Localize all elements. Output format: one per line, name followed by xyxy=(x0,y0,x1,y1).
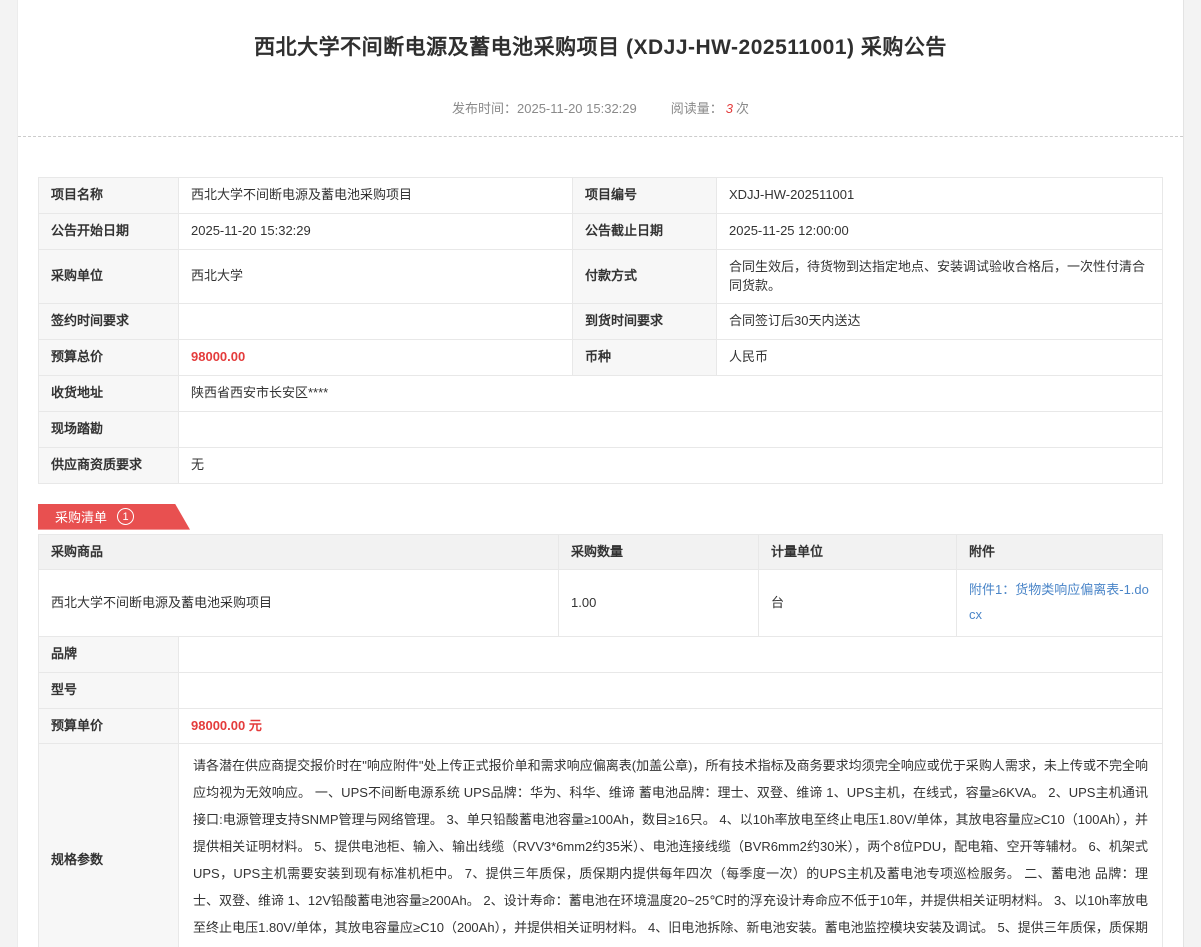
publish-time-value: 2025-11-20 15:32:29 xyxy=(517,101,637,116)
info-label: 到货时间要求 xyxy=(573,304,717,340)
info-value: 2025-11-20 15:32:29 xyxy=(179,213,573,249)
info-label: 项目编号 xyxy=(573,178,717,214)
info-label: 供应商资质要求 xyxy=(39,447,179,483)
info-value: 无 xyxy=(179,447,1163,483)
info-value: 合同签订后30天内送达 xyxy=(717,304,1163,340)
info-value xyxy=(179,411,1163,447)
announcement-card: 西北大学不间断电源及蓄电池采购项目 (XDJJ-HW-202511001) 采购… xyxy=(17,0,1184,947)
column-header-product: 采购商品 xyxy=(39,534,559,570)
spec-label: 规格参数 xyxy=(39,744,179,947)
table-row: 收货地址 陕西省西安市长安区**** xyxy=(39,376,1163,412)
unit-price-label: 预算单价 xyxy=(39,708,179,744)
info-label: 公告开始日期 xyxy=(39,213,179,249)
product-table: 采购商品 采购数量 计量单位 附件 西北大学不间断电源及蓄电池采购项目 1.00… xyxy=(38,534,1163,947)
model-label: 型号 xyxy=(39,672,179,708)
table-row: 品牌 xyxy=(39,636,1163,672)
table-row: 型号 xyxy=(39,672,1163,708)
model-value xyxy=(179,672,1163,708)
brand-label: 品牌 xyxy=(39,636,179,672)
purchase-list-badge: 采购清单 1 xyxy=(38,504,190,530)
table-row: 现场踏勘 xyxy=(39,411,1163,447)
purchase-list-badge-label: 采购清单 xyxy=(55,507,107,526)
publish-time-label: 发布时间： xyxy=(452,101,517,116)
info-label: 项目名称 xyxy=(39,178,179,214)
product-quantity: 1.00 xyxy=(559,570,759,636)
brand-value xyxy=(179,636,1163,672)
info-value: 人民币 xyxy=(717,340,1163,376)
badge-count: 1 xyxy=(117,508,134,525)
table-row: 规格参数 请各潜在供应商提交报价时在"响应附件"处上传正式报价单和需求响应偏离表… xyxy=(39,744,1163,947)
info-label: 公告截止日期 xyxy=(573,213,717,249)
product-unit: 台 xyxy=(759,570,957,636)
info-label: 收货地址 xyxy=(39,376,179,412)
page-title: 西北大学不间断电源及蓄电池采购项目 (XDJJ-HW-202511001) 采购… xyxy=(18,31,1183,61)
column-header-unit: 计量单位 xyxy=(759,534,957,570)
project-info-table: 项目名称 西北大学不间断电源及蓄电池采购项目 项目编号 XDJJ-HW-2025… xyxy=(38,177,1163,484)
table-row: 预算单价 98000.00 元 xyxy=(39,708,1163,744)
product-row: 西北大学不间断电源及蓄电池采购项目 1.00 台 附件1：货物类响应偏离表-1.… xyxy=(39,570,1163,636)
column-header-quantity: 采购数量 xyxy=(559,534,759,570)
info-value: 2025-11-25 12:00:00 xyxy=(717,213,1163,249)
spec-text: 请各潜在供应商提交报价时在"响应附件"处上传正式报价单和需求响应偏离表(加盖公章… xyxy=(179,744,1163,947)
info-value: 西北大学 xyxy=(179,249,573,304)
read-count-value: 3 xyxy=(726,101,733,116)
announcement-header: 西北大学不间断电源及蓄电池采购项目 (XDJJ-HW-202511001) 采购… xyxy=(18,0,1183,137)
column-header-attachment: 附件 xyxy=(957,534,1163,570)
read-count-label: 阅读量： xyxy=(671,101,723,116)
unit-price-value: 98000.00 元 xyxy=(179,708,1163,744)
table-row: 签约时间要求 到货时间要求 合同签订后30天内送达 xyxy=(39,304,1163,340)
info-label: 签约时间要求 xyxy=(39,304,179,340)
info-label: 采购单位 xyxy=(39,249,179,304)
info-label: 付款方式 xyxy=(573,249,717,304)
table-header-row: 采购商品 采购数量 计量单位 附件 xyxy=(39,534,1163,570)
table-row: 供应商资质要求 无 xyxy=(39,447,1163,483)
read-count-unit: 次 xyxy=(736,101,749,116)
info-value: XDJJ-HW-202511001 xyxy=(717,178,1163,214)
info-label: 现场踏勘 xyxy=(39,411,179,447)
meta-line: 发布时间：2025-11-20 15:32:29 阅读量：3次 xyxy=(18,98,1183,117)
info-label: 币种 xyxy=(573,340,717,376)
table-row: 预算总价 98000.00 币种 人民币 xyxy=(39,340,1163,376)
announcement-body: 项目名称 西北大学不间断电源及蓄电池采购项目 项目编号 XDJJ-HW-2025… xyxy=(18,177,1183,947)
table-row: 采购单位 西北大学 付款方式 合同生效后，待货物到达指定地点、安装调试验收合格后… xyxy=(39,249,1163,304)
info-value: 合同生效后，待货物到达指定地点、安装调试验收合格后，一次性付清合同货款。 xyxy=(717,249,1163,304)
product-name: 西北大学不间断电源及蓄电池采购项目 xyxy=(39,570,559,636)
info-value: 陕西省西安市长安区**** xyxy=(179,376,1163,412)
total-budget-value: 98000.00 xyxy=(179,340,573,376)
info-value xyxy=(179,304,573,340)
table-row: 项目名称 西北大学不间断电源及蓄电池采购项目 项目编号 XDJJ-HW-2025… xyxy=(39,178,1163,214)
info-label: 预算总价 xyxy=(39,340,179,376)
attachment-link[interactable]: 附件1：货物类响应偏离表-1.docx xyxy=(969,582,1149,622)
table-row: 公告开始日期 2025-11-20 15:32:29 公告截止日期 2025-1… xyxy=(39,213,1163,249)
info-value: 西北大学不间断电源及蓄电池采购项目 xyxy=(179,178,573,214)
